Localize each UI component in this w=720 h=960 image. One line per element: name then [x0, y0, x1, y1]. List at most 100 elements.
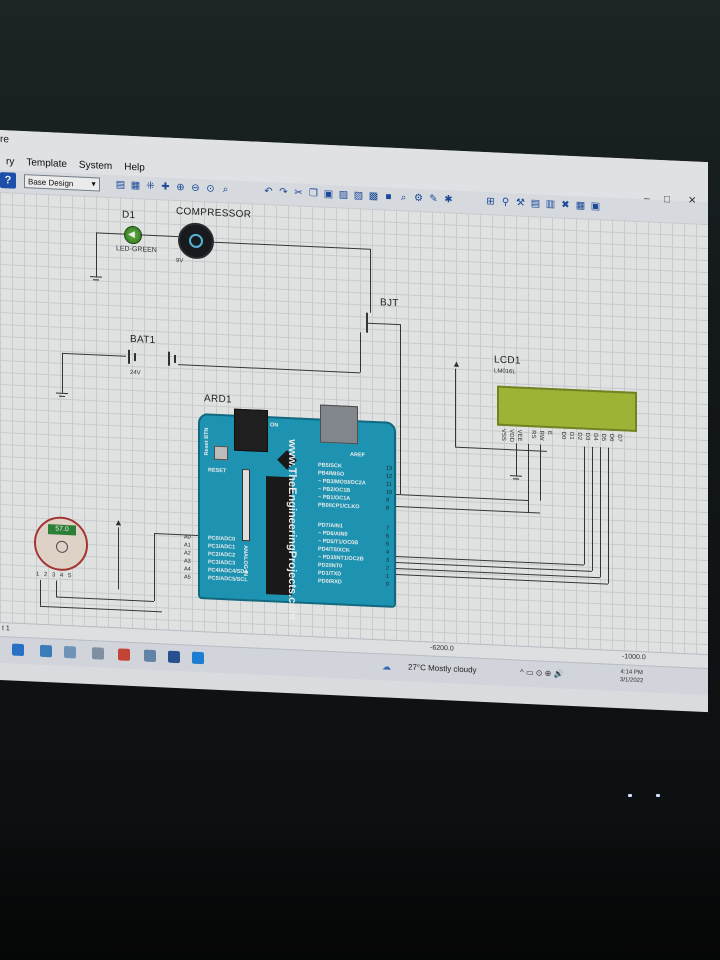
explorer-icon[interactable]	[92, 647, 104, 660]
digital-pin-label: PD4/T0/XCK	[318, 546, 350, 554]
temperature-sensor-icon[interactable]: 57.0	[34, 515, 88, 572]
lcd-pin-label: D7	[616, 433, 622, 442]
sensor-pin: 5	[68, 573, 72, 580]
property-tool-icon[interactable]: ⚒	[514, 196, 527, 210]
lcd-pin-label: D0	[560, 431, 566, 440]
weather-text[interactable]: 27°C Mostly cloudy	[408, 663, 477, 675]
pin-number: 2	[386, 565, 390, 572]
lcd-pin-label: RW	[538, 430, 544, 441]
start-icon[interactable]	[12, 643, 24, 657]
pin-number: A3	[184, 558, 191, 565]
header-strip	[242, 468, 250, 542]
digital-pin-label: ~ PD3/INT1/OC2B	[318, 554, 364, 563]
pin-number: 4	[386, 549, 390, 556]
digital-pin-label: ~ PD5/T1/OC0B	[318, 538, 359, 547]
layer-select-value: Base Design	[28, 177, 74, 189]
wire	[360, 332, 361, 373]
lcd-pin-label: D4	[592, 432, 598, 441]
sensor-pin: 2	[44, 571, 48, 579]
design-explorer-icon[interactable]: ▤	[529, 197, 542, 211]
wire	[212, 241, 370, 250]
lcd-pin-label: D2	[576, 432, 582, 441]
schematic-canvas[interactable]: D1 LED-GREEN COMPRESSOR 9V BJT BAT1 24V	[0, 192, 708, 655]
pin-number: 8	[386, 505, 390, 512]
redo-icon[interactable]: ↷	[277, 186, 290, 200]
pin-number: 7	[386, 525, 390, 532]
package-tool-icon[interactable]: ✎	[427, 192, 440, 206]
undo-icon[interactable]: ↶	[262, 185, 275, 199]
paste-icon[interactable]: ▣	[322, 188, 335, 202]
block-copy-icon[interactable]: ▧	[337, 188, 350, 202]
zoom-area-icon[interactable]: ⌕	[219, 183, 232, 197]
new-sheet-icon[interactable]: ▥	[544, 198, 557, 212]
make-device-icon[interactable]: ⚙	[412, 192, 425, 206]
pin-number: 10	[386, 489, 393, 496]
wire	[140, 234, 178, 238]
bjt-ref: BJT	[380, 297, 399, 310]
search-tag-icon[interactable]: ⚲	[499, 196, 512, 210]
arduino-uno-board[interactable]: Reset BTN ON www.TheEngineeringProjects.…	[198, 404, 396, 620]
reset-btn-label: Reset BTN	[204, 427, 210, 456]
zoom-out-icon[interactable]: ⊖	[189, 182, 202, 196]
remove-sheet-icon[interactable]: ✖	[559, 198, 572, 212]
digital-pin-label: PB4/MISO	[318, 470, 345, 478]
menu-help[interactable]: Help	[118, 161, 151, 176]
wire	[56, 580, 57, 597]
wire	[516, 443, 517, 476]
block-delete-icon[interactable]: ■	[382, 190, 395, 204]
compressor-motor-icon[interactable]	[178, 222, 214, 260]
word-icon[interactable]	[168, 650, 180, 664]
lcd-pins: VSS VDD VEE RS RW E D0 D1 D2 D3 D4 D5 D6…	[500, 427, 630, 463]
grid-icon[interactable]: ▦	[129, 179, 142, 193]
d1-ref: D1	[122, 209, 136, 222]
zoom-in-icon[interactable]: ⊕	[174, 181, 187, 195]
decompose-icon[interactable]: ✱	[442, 193, 455, 207]
netlist-icon[interactable]: ▦	[574, 199, 587, 213]
sensor-pin: 1	[36, 571, 40, 578]
close-button[interactable]: ✕	[688, 195, 696, 206]
cut-icon[interactable]: ✂	[292, 186, 305, 200]
menu-library[interactable]: ry	[0, 156, 20, 171]
maximize-button[interactable]: □	[664, 194, 670, 205]
app-icon[interactable]	[144, 649, 156, 663]
copy-icon[interactable]: ❐	[307, 187, 320, 201]
wire	[368, 322, 400, 326]
pin-number: 5	[386, 541, 390, 548]
reset-pin-label: RESET	[208, 467, 227, 475]
on-label: ON	[270, 422, 279, 429]
battery-icon[interactable]	[124, 349, 178, 366]
block-rotate-icon[interactable]: ▩	[367, 190, 380, 204]
lcd-display[interactable]	[497, 385, 637, 432]
digital-pin-label: ~ PD6/AIN0	[318, 530, 348, 538]
zoom-all-icon[interactable]: ⊙	[204, 182, 217, 196]
wire	[608, 447, 609, 584]
help-button[interactable]: ?	[0, 172, 16, 189]
tray-icons[interactable]: ^ ▭ ⊙ ⊕ 🔊	[520, 668, 564, 679]
minimize-button[interactable]: –	[644, 193, 650, 204]
digital-pin-label: PD1/TXD	[318, 570, 342, 578]
task-view-icon[interactable]	[64, 645, 76, 659]
pick-device-icon[interactable]: ⌕	[397, 191, 410, 205]
clock[interactable]: 4:14 PM 3/1/2022	[620, 668, 643, 685]
lcd-pin-label: VSS	[500, 428, 506, 441]
lcd-pin-label: RS	[530, 430, 536, 439]
wire-autorouter-icon[interactable]: ⊞	[484, 195, 497, 209]
chrome-icon[interactable]	[118, 648, 130, 661]
lcd-pin-label: VDD	[508, 429, 514, 443]
ground-icon	[510, 475, 522, 482]
layer-select[interactable]: Base Design ▼	[24, 174, 100, 192]
wire	[118, 527, 119, 590]
pin-number: 0	[386, 581, 390, 588]
edge-icon[interactable]	[40, 644, 52, 658]
bom-icon[interactable]: ▣	[589, 200, 602, 214]
origin-icon[interactable]: ⁜	[144, 180, 157, 194]
pan-icon[interactable]: ✚	[159, 180, 172, 194]
proteus-app-icon[interactable]	[192, 651, 204, 665]
block-move-icon[interactable]: ▨	[352, 189, 365, 203]
page-icon[interactable]: ▤	[114, 178, 127, 192]
digital-pin-label: PD2/INT0	[318, 562, 343, 570]
reset-button[interactable]	[214, 445, 228, 461]
sensor-pin: 4	[60, 572, 64, 579]
pin-number: A1	[184, 542, 191, 549]
weather-icon[interactable]: ☁	[382, 661, 391, 672]
